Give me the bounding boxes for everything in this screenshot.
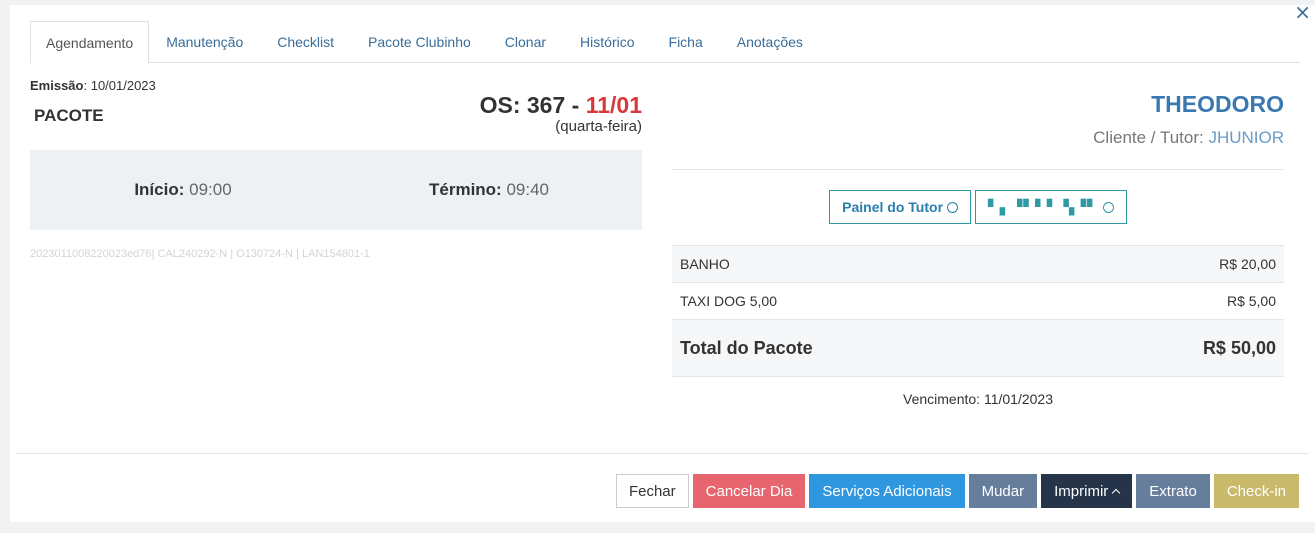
end-time-label: Término: — [429, 180, 502, 199]
checkin-button[interactable]: Check-in — [1213, 474, 1299, 508]
tab-bar: Agendamento Manutenção Checklist Pacote … — [30, 21, 1300, 64]
fechar-button[interactable]: Fechar — [615, 474, 689, 508]
total-label: Total do Pacote — [680, 337, 813, 358]
cancelar-dia-button[interactable]: Cancelar Dia — [692, 474, 806, 508]
start-time: Início: 09:00 — [30, 180, 336, 200]
tab-pacote-clubinho[interactable]: Pacote Clubinho — [351, 21, 488, 63]
divider — [672, 169, 1284, 170]
reference-codes: 2023011008220023ed76| CAL240292-N | O130… — [30, 248, 370, 260]
time-box: Início: 09:00 Término: 09:40 — [30, 150, 642, 230]
emissao-value: : 10/01/2023 — [83, 78, 156, 93]
servicos-adicionais-button[interactable]: Serviços Adicionais — [809, 474, 965, 508]
total-value: R$ 50,00 — [1202, 337, 1276, 358]
end-time-value: 09:40 — [501, 180, 549, 199]
start-time-label: Início: — [134, 180, 185, 199]
appointment-panel: Emissão: 10/01/2023 PACOTE OS: 367 - 11/… — [30, 78, 642, 260]
tab-clonar[interactable]: Clonar — [488, 21, 563, 63]
os-prefix: OS: 367 - — [479, 92, 586, 118]
tab-checklist[interactable]: Checklist — [260, 21, 351, 63]
tutor-label: Cliente / Tutor: — [1093, 128, 1209, 147]
service-price: R$ 20,00 — [1219, 256, 1276, 272]
painel-tutor-label: Painel do Tutor — [842, 199, 944, 215]
close-icon[interactable]: × — [1294, 2, 1311, 22]
tutor-line: Cliente / Tutor: JHUNIOR — [1093, 128, 1284, 148]
tab-manutencao[interactable]: Manutenção — [149, 21, 260, 63]
pet-name: THEODORO — [1151, 91, 1284, 117]
start-time-value: 09:00 — [184, 180, 232, 199]
footer-divider — [16, 453, 1309, 454]
total-row: Total do Pacote R$ 50,00 — [672, 320, 1284, 377]
chevron-up-icon — [1112, 488, 1121, 498]
imprimir-label: Imprimir — [1054, 482, 1109, 500]
os-number: OS: 367 - 11/01 — [480, 92, 642, 119]
emissao-line: Emissão: 10/01/2023 — [30, 78, 642, 93]
table-row: BANHO R$ 20,00 — [672, 246, 1284, 283]
tutor-name[interactable]: JHUNIOR — [1208, 128, 1284, 147]
extrato-button[interactable]: Extrato — [1136, 474, 1210, 508]
emissao-label: Emissão — [30, 78, 84, 93]
service-name: TAXI DOG 5,00 — [680, 293, 777, 309]
tab-ficha[interactable]: Ficha — [652, 21, 720, 63]
contact-buttons: Painel do Tutor ▘▖▝▘▘▘ ▚▝▘ — [672, 190, 1284, 224]
whatsapp-icon — [947, 201, 959, 213]
pacote-label: PACOTE — [34, 106, 104, 125]
os-weekday: (quarta-feira) — [555, 118, 642, 135]
modal: × Agendamento Manutenção Checklist Pacot… — [10, 2, 1315, 522]
table-row: TAXI DOG 5,00 R$ 5,00 — [672, 283, 1284, 320]
end-time: Término: 09:40 — [336, 180, 642, 200]
imprimir-button[interactable]: Imprimir — [1041, 474, 1133, 508]
whatsapp-icon — [1102, 201, 1114, 213]
painel-tutor-button[interactable]: Painel do Tutor — [829, 190, 972, 224]
service-name: BANHO — [680, 256, 730, 272]
tab-historico[interactable]: Histórico — [563, 21, 651, 63]
tab-anotacoes[interactable]: Anotações — [720, 21, 820, 63]
vencimento: Vencimento: 11/01/2023 — [903, 391, 1053, 407]
footer-actions: Fechar Cancelar Dia Serviços Adicionais … — [615, 474, 1299, 508]
tab-agendamento[interactable]: Agendamento — [30, 21, 150, 64]
phone-number-blurred: ▘▖▝▘▘▘ ▚▝▘ — [988, 198, 1099, 215]
service-price: R$ 5,00 — [1226, 293, 1276, 309]
phone-whatsapp-button[interactable]: ▘▖▝▘▘▘ ▚▝▘ — [975, 190, 1127, 224]
os-date: 11/01 — [585, 92, 642, 118]
services-table: BANHO R$ 20,00 TAXI DOG 5,00 R$ 5,00 Total… — [672, 245, 1284, 377]
mudar-button[interactable]: Mudar — [968, 474, 1038, 508]
